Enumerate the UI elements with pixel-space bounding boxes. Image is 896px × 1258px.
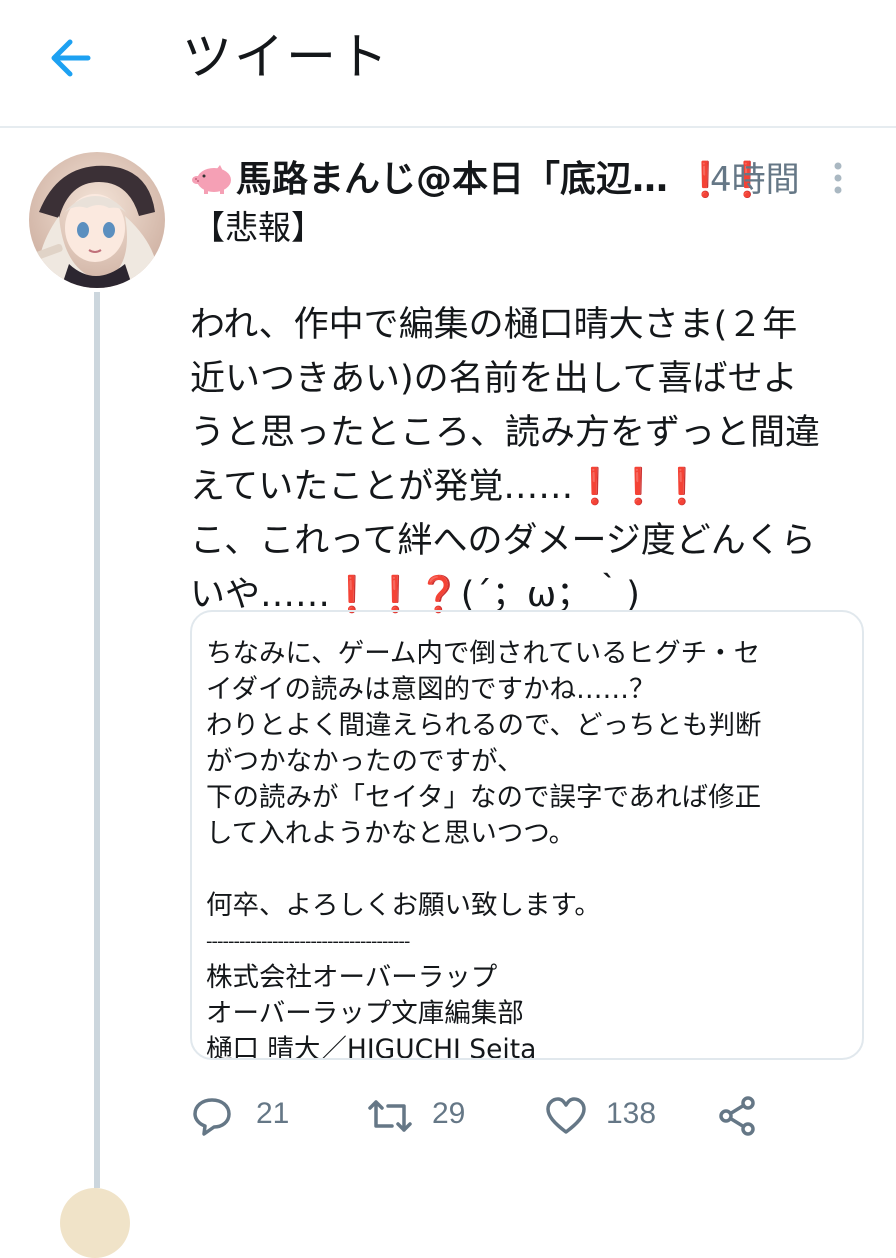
quote-line: 下の読みが「セイタ」なので誤字であれば修正 <box>206 782 762 813</box>
like-icon <box>546 1097 586 1134</box>
exclamation-emoji: ❗❗❗ <box>573 467 705 507</box>
pig-emoji-icon <box>192 165 231 194</box>
quote-line: イダイの読みは意図的ですかね……？ <box>206 674 656 705</box>
quote-line: して入れようかなと思いつつ。 <box>206 818 576 849</box>
back-button[interactable] <box>40 30 100 86</box>
share-button[interactable] <box>716 1086 766 1142</box>
display-name-text: 馬路まんじ@本日「底辺… <box>236 159 669 200</box>
quote-line: わりとよく間違えられるので、どっちとも判断 <box>206 710 762 741</box>
avatar[interactable] <box>29 152 165 288</box>
avatar-illustration-icon <box>29 152 165 288</box>
quote-line: 株式会社オーバーラップ <box>206 962 498 993</box>
tweet-line: こ、これって絆へのダメージ度どんくら <box>190 521 816 561</box>
arrow-left-icon <box>51 39 91 77</box>
share-icon <box>719 1096 755 1136</box>
tweet-label: 【悲報】 <box>192 208 324 247</box>
retweet-count: 29 <box>432 1097 466 1130</box>
quoted-image-card[interactable]: ちなみに、ゲーム内で倒されているヒグチ・セ イダイの読みは意図的ですかね……？ … <box>190 610 864 1060</box>
reply-count: 21 <box>256 1097 290 1130</box>
tweet-line-with-emoji: えていたことが発覚……❗❗❗ <box>190 460 880 514</box>
tweet-line: うと思ったところ、読み方をずっと間違 <box>190 413 821 453</box>
like-count: 138 <box>606 1097 657 1130</box>
quote-line: 何卒、よろしくお願い致します。 <box>206 890 601 921</box>
kaomoji: (´；ω；｀) <box>460 575 640 615</box>
page-title: ツイート <box>182 28 390 86</box>
next-tweet-avatar[interactable] <box>60 1188 130 1258</box>
thread-connector-line <box>94 292 100 1188</box>
tweet-line-text: えていたことが発覚…… <box>190 467 574 507</box>
more-options-icon[interactable] <box>828 158 848 198</box>
exclamation-question-emoji: ❗❗❓ <box>330 575 461 615</box>
tweet-line-text: いや…… <box>190 575 331 615</box>
retweet-icon <box>368 1100 412 1132</box>
tweet-actions-bar: 21 29 138 <box>190 1086 880 1146</box>
tweet-line: 近いつきあい)の名前を出して喜ばせよ <box>190 359 798 399</box>
reply-icon <box>193 1098 231 1136</box>
quote-line <box>206 852 856 888</box>
quote-line: がつかなかったのですが、 <box>206 746 524 777</box>
tweet-line: われ、作中で編集の樋口晴大さま(２年 <box>190 305 798 345</box>
display-name[interactable]: 馬路まんじ@本日「底辺… <box>236 154 668 206</box>
tweet-header-row: 馬路まんじ@本日「底辺… ❗❗ 4時間 <box>190 150 890 210</box>
quote-line: オーバーラップ文庫編集部 <box>206 998 524 1029</box>
tweet-text: われ、作中で編集の樋口晴大さま(２年 近いつきあい)の名前を出して喜ばせよ うと… <box>190 298 880 622</box>
tweet-timestamp[interactable]: 4時間 <box>710 154 800 206</box>
top-app-bar: ツイート <box>0 0 896 128</box>
quote-separator: ------------------------------------- <box>206 931 410 952</box>
quoted-text: ちなみに、ゲーム内で倒されているヒグチ・セ イダイの読みは意図的ですかね……？ … <box>206 636 856 1060</box>
quote-line: 樋口 晴大／HIGUCHI Seita <box>206 1034 537 1060</box>
reply-button[interactable]: 21 <box>190 1086 310 1142</box>
like-button[interactable]: 138 <box>544 1086 674 1142</box>
quote-line: ちなみに、ゲーム内で倒されているヒグチ・セ <box>206 638 761 669</box>
retweet-button[interactable]: 29 <box>364 1086 484 1142</box>
